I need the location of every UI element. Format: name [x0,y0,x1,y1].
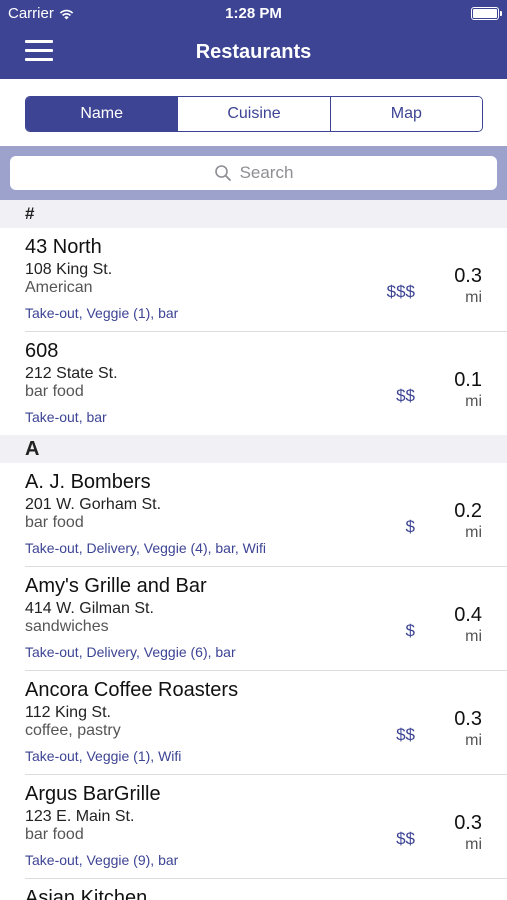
restaurant-name: 43 North [25,236,102,258]
restaurant-name: Amy's Grille and Bar [25,575,207,597]
restaurant-tags: Take-out, Veggie (1), bar [25,305,179,321]
segment-cuisine[interactable]: Cuisine [177,97,330,131]
distance-value: 0.3 [454,708,482,730]
restaurant-cuisine: bar food [25,383,84,400]
list-item[interactable]: A. J. Bombers 201 W. Gorham St. bar food… [0,463,507,567]
distance-unit: mi [465,628,482,645]
restaurant-address: 201 W. Gorham St. [25,496,162,513]
distance-unit: mi [465,524,482,541]
price-level: $$ [396,725,415,744]
price-level: $$ [396,386,415,405]
navigation-bar: Carrier 1:28 PM Restaurants [0,0,507,79]
search-input[interactable]: Search [10,156,497,190]
list-item[interactable]: Ancora Coffee Roasters 112 King St. coff… [0,671,507,775]
restaurant-name: Ancora Coffee Roasters [25,679,239,701]
search-placeholder: Search [239,163,294,182]
search-bar: Search [0,146,507,200]
list-item[interactable]: Argus BarGrille 123 E. Main St. bar food… [0,775,507,879]
restaurant-address: 414 W. Gilman St. [25,600,154,617]
restaurant-name: Argus BarGrille [25,783,161,805]
restaurant-cuisine: bar food [25,514,84,531]
battery-icon [471,7,502,20]
restaurant-address: 108 King St. [25,261,113,278]
distance-unit: mi [465,289,482,306]
price-level: $ [405,621,415,640]
section-header: A [0,435,507,463]
restaurant-address: 212 State St. [25,365,118,382]
restaurant-address: 112 King St. [25,704,111,721]
distance-value: 0.1 [454,369,482,391]
clock: 1:28 PM [225,5,282,22]
page-title: Restaurants [195,41,312,63]
restaurant-tags: Take-out, Delivery, Veggie (6), bar [25,644,236,660]
distance-value: 0.3 [454,265,482,287]
restaurant-tags: Take-out, Veggie (1), Wifi [25,748,182,764]
segment-name[interactable]: Name [26,97,178,131]
restaurant-address: 123 E. Main St. [25,808,135,825]
list-item[interactable]: 43 North 108 King St. American Take-out,… [0,228,507,332]
list-item[interactable]: 608 212 State St. bar food Take-out, bar… [0,332,507,436]
restaurant-cuisine: coffee, pastry [25,722,121,739]
search-icon [214,165,231,181]
distance-unit: mi [465,732,482,749]
restaurant-name: 608 [25,340,59,362]
restaurant-cuisine: bar food [25,826,84,843]
segment-map[interactable]: Map [329,97,482,131]
restaurant-tags: Take-out, Delivery, Veggie (4), bar, Wif… [25,540,266,556]
restaurant-tags: Take-out, bar [25,409,107,425]
distance-unit: mi [465,836,482,853]
price-level: $ [405,517,415,536]
list-item[interactable]: Amy's Grille and Bar 414 W. Gilman St. s… [0,567,507,671]
distance-value: 0.3 [454,812,482,834]
price-level: $$ [396,829,415,848]
list-item[interactable]: Asian Kitchen [0,879,507,900]
restaurant-tags: Take-out, Veggie (9), bar [25,852,179,868]
section-header: # [0,200,507,228]
restaurant-cuisine: American [25,279,93,296]
price-level: $$$ [386,282,415,301]
sort-segmented-control: Name Cuisine Map [25,96,483,132]
distance-unit: mi [465,393,482,410]
distance-value: 0.4 [454,604,482,626]
status-bar: Carrier 1:28 PM [0,0,507,28]
restaurant-cuisine: sandwiches [25,618,109,635]
distance-value: 0.2 [454,500,482,522]
restaurant-name: A. J. Bombers [25,471,151,493]
restaurant-name: Asian Kitchen [25,887,148,900]
